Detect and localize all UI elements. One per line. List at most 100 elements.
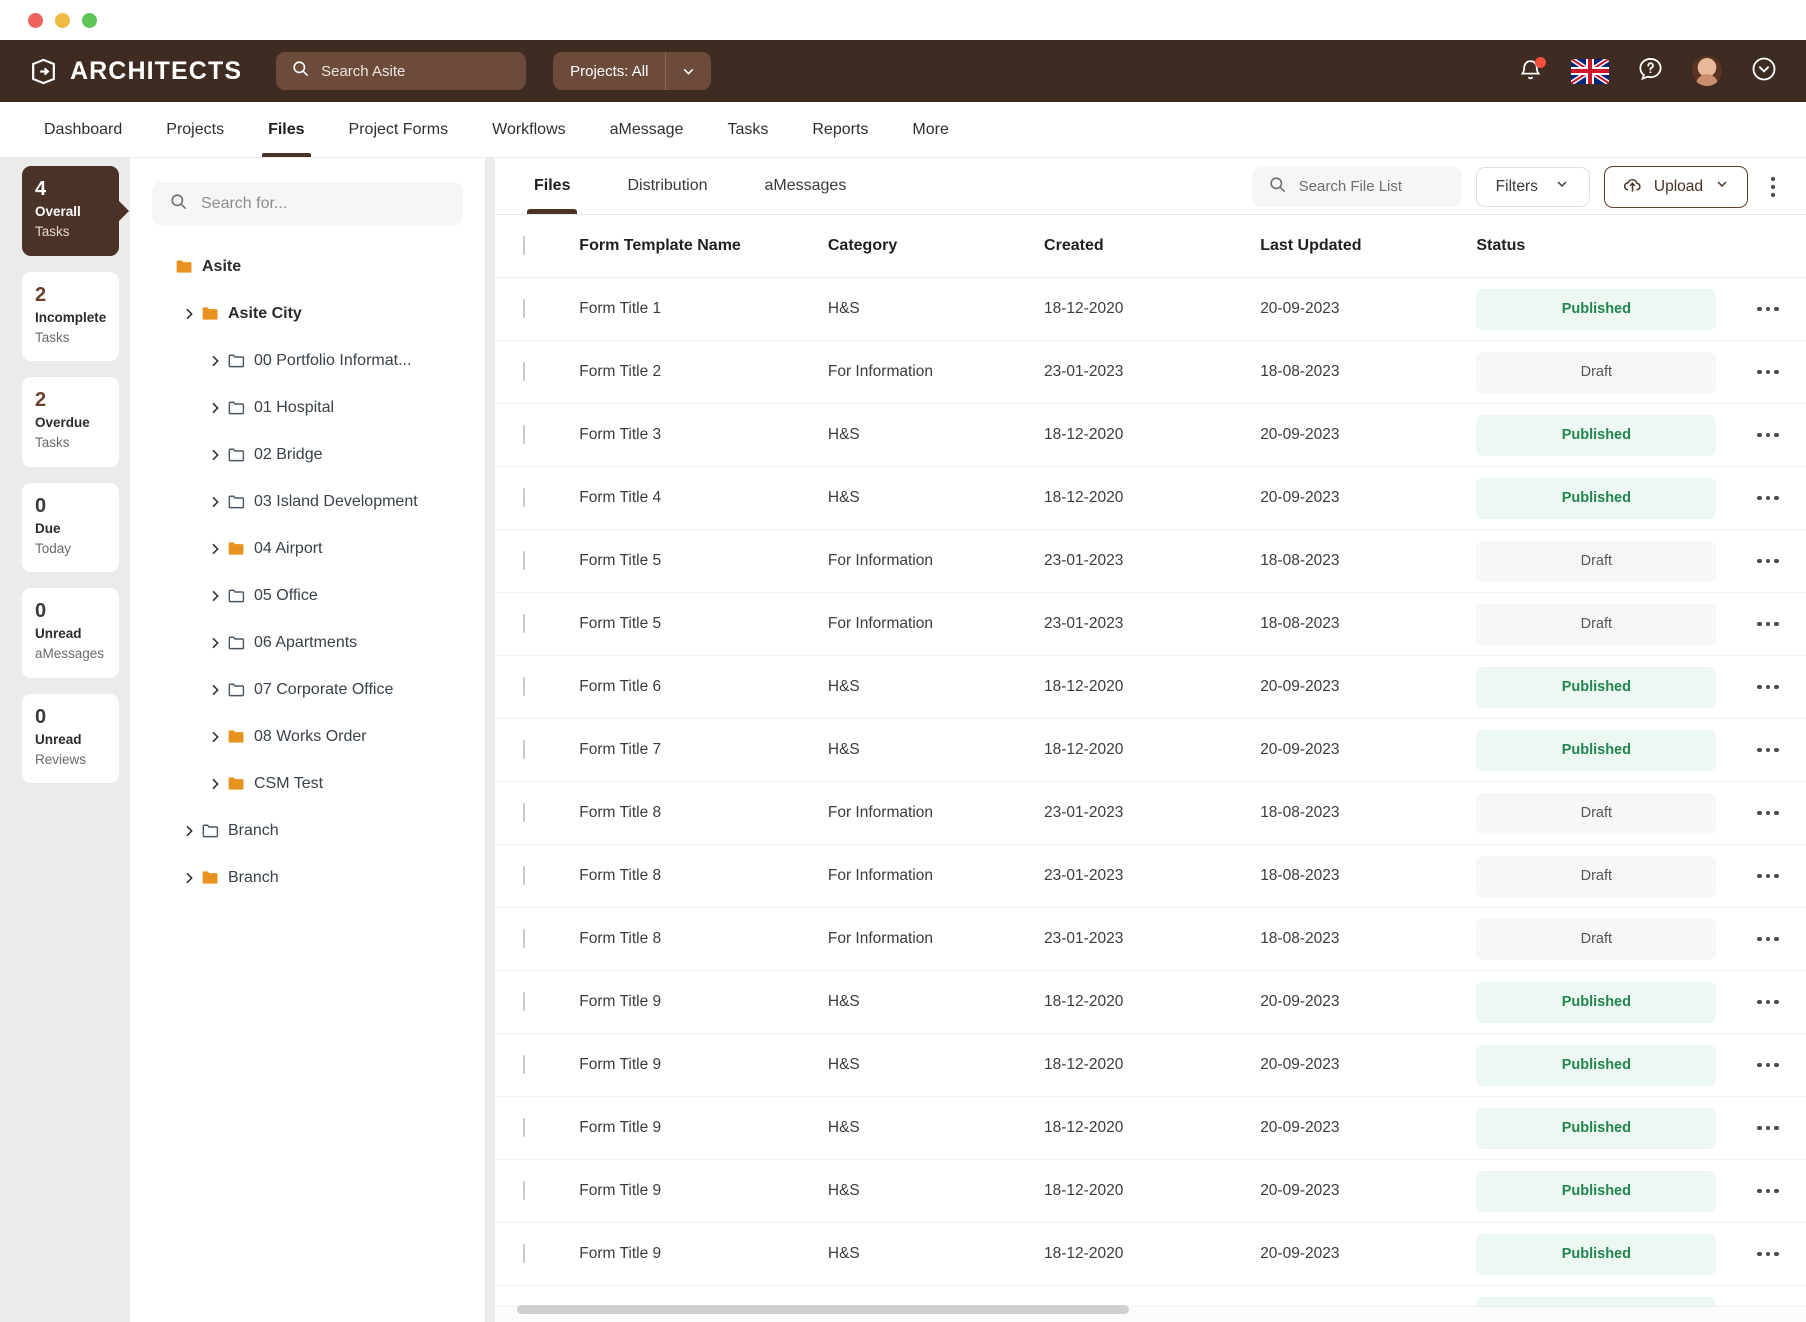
- nav-item-project-forms[interactable]: Project Forms: [327, 102, 471, 157]
- tab-amessages[interactable]: aMessages: [748, 158, 864, 214]
- file-list-search-input[interactable]: [1298, 178, 1446, 195]
- table-row[interactable]: Form Title 8 For Information 23-01-2023 18-…: [495, 844, 1806, 908]
- nav-item-amessage[interactable]: aMessage: [588, 102, 706, 157]
- project-selector[interactable]: Projects: All: [553, 52, 712, 90]
- tree-node[interactable]: 02 Bridge: [130, 431, 485, 478]
- tree-node[interactable]: Branch: [130, 807, 485, 854]
- nav-item-workflows[interactable]: Workflows: [470, 102, 588, 157]
- nav-item-projects[interactable]: Projects: [144, 102, 246, 157]
- table-row[interactable]: Form Title 2 For Information 23-01-2023 18-…: [495, 340, 1806, 404]
- row-more-actions-icon[interactable]: [1730, 432, 1806, 438]
- chevron-down-circle-icon[interactable]: [1750, 55, 1778, 88]
- chevron-right-icon[interactable]: [204, 353, 226, 369]
- chevron-right-icon[interactable]: [204, 729, 226, 745]
- chevron-right-icon[interactable]: [204, 682, 226, 698]
- row-checkbox[interactable]: [523, 614, 525, 633]
- table-row[interactable]: Form Title 3 H&S 18-12-2020 20-09-2023 Publi…: [495, 403, 1806, 467]
- global-search-input[interactable]: [321, 62, 512, 80]
- table-row[interactable]: Form Title 8 For Information 23-01-2023 18-…: [495, 781, 1806, 845]
- task-card-unread[interactable]: 0 Unread aMessages: [22, 588, 119, 678]
- row-checkbox[interactable]: [523, 551, 525, 570]
- row-checkbox[interactable]: [523, 1055, 525, 1074]
- chevron-right-icon[interactable]: [204, 541, 226, 557]
- task-card-due[interactable]: 0 Due Today: [22, 482, 119, 572]
- nav-item-more[interactable]: More: [890, 102, 970, 157]
- filters-button[interactable]: Filters: [1475, 166, 1590, 207]
- task-card-overdue[interactable]: 2 Overdue Tasks: [22, 377, 119, 467]
- row-more-actions-icon[interactable]: [1730, 558, 1806, 564]
- tree-node[interactable]: 05 Office: [130, 572, 485, 619]
- table-row[interactable]: Form Title 5 For Information 23-01-2023 18-…: [495, 592, 1806, 656]
- user-avatar[interactable]: [1692, 56, 1722, 86]
- tree-node[interactable]: 06 Apartments: [130, 619, 485, 666]
- task-card-unread[interactable]: 0 Unread Reviews: [22, 693, 119, 783]
- chevron-right-icon[interactable]: [204, 447, 226, 463]
- help-question-icon[interactable]: [1637, 55, 1664, 87]
- app-logo[interactable]: ARCHITECTS: [28, 56, 242, 87]
- row-checkbox[interactable]: [523, 488, 525, 507]
- table-row[interactable]: Form Title 9H&S18-12-202020-09-2023Publi…: [495, 1096, 1806, 1160]
- tree-node[interactable]: Asite City: [130, 290, 485, 337]
- tree-node[interactable]: 08 Works Order: [130, 713, 485, 760]
- kebab-menu-icon[interactable]: [1762, 167, 1784, 207]
- file-list-search[interactable]: [1251, 166, 1462, 207]
- tree-node[interactable]: Branch: [130, 854, 485, 901]
- tree-node[interactable]: 07 Corporate Office: [130, 666, 485, 713]
- tree-search[interactable]: [152, 182, 463, 225]
- row-checkbox[interactable]: [523, 362, 525, 381]
- horizontal-scrollbar[interactable]: [517, 1305, 1129, 1314]
- chevron-right-icon[interactable]: [178, 823, 200, 839]
- table-row[interactable]: Form Title 9H&S18-12-202020-09-2023Publi…: [495, 1033, 1806, 1097]
- tree-search-input[interactable]: [201, 194, 446, 213]
- row-checkbox[interactable]: [523, 299, 525, 318]
- global-search[interactable]: [276, 52, 527, 90]
- row-more-actions-icon[interactable]: [1730, 369, 1806, 375]
- chevron-right-icon[interactable]: [204, 588, 226, 604]
- tree-node[interactable]: 04 Airport: [130, 525, 485, 572]
- row-more-actions-icon[interactable]: [1730, 306, 1806, 312]
- task-card-overall[interactable]: 4 Overall Tasks: [22, 166, 119, 256]
- table-row[interactable]: Form Title 9H&S18-12-202020-09-2023Publi…: [495, 1159, 1806, 1223]
- row-more-actions-icon[interactable]: [1730, 999, 1806, 1005]
- row-more-actions-icon[interactable]: [1730, 873, 1806, 879]
- row-checkbox[interactable]: [523, 866, 525, 885]
- row-checkbox[interactable]: [523, 803, 525, 822]
- row-checkbox[interactable]: [523, 740, 525, 759]
- table-row[interactable]: Form Title 4 H&S 18-12-2020 20-09-2023 Publi…: [495, 466, 1806, 530]
- tree-node[interactable]: 01 Hospital: [130, 384, 485, 431]
- row-more-actions-icon[interactable]: [1730, 1188, 1806, 1194]
- task-card-incomplete[interactable]: 2 Incomplete Tasks: [22, 271, 119, 361]
- row-checkbox[interactable]: [523, 1181, 525, 1200]
- select-all-checkbox[interactable]: [523, 236, 525, 255]
- tree-node[interactable]: 00 Portfolio Informat...: [130, 337, 485, 384]
- row-checkbox[interactable]: [523, 677, 525, 696]
- table-row[interactable]: Form Title 9H&S18-12-202020-09-2023Publi…: [495, 1285, 1806, 1306]
- table-row[interactable]: Form Title 6 H&S 18-12-2020 20-09-2023 Publi…: [495, 655, 1806, 719]
- tree-node[interactable]: Asite: [130, 243, 485, 290]
- chevron-down-icon[interactable]: [666, 63, 711, 80]
- upload-button[interactable]: Upload: [1603, 165, 1748, 208]
- tree-node[interactable]: 03 Island Development: [130, 478, 485, 525]
- column-header-last-updated[interactable]: Last Updated: [1260, 215, 1477, 278]
- row-checkbox[interactable]: [523, 1244, 525, 1263]
- row-more-actions-icon[interactable]: [1730, 810, 1806, 816]
- table-row[interactable]: Form Title 5 For Information 23-01-2023 18-…: [495, 529, 1806, 593]
- table-row[interactable]: Form Title 1 H&S 18-12-2020 20-09-2023 Publi…: [495, 277, 1806, 341]
- chevron-right-icon[interactable]: [178, 306, 200, 322]
- column-header-name[interactable]: Form Template Name: [579, 215, 828, 278]
- notification-bell-icon[interactable]: [1518, 57, 1546, 84]
- row-more-actions-icon[interactable]: [1730, 747, 1806, 753]
- table-row[interactable]: Form Title 9H&S18-12-202020-09-2023Publi…: [495, 970, 1806, 1034]
- tab-distribution[interactable]: Distribution: [610, 158, 724, 214]
- chevron-right-icon[interactable]: [204, 494, 226, 510]
- row-checkbox[interactable]: [523, 992, 525, 1011]
- row-more-actions-icon[interactable]: [1730, 684, 1806, 690]
- chevron-right-icon[interactable]: [204, 776, 226, 792]
- row-more-actions-icon[interactable]: [1730, 1062, 1806, 1068]
- window-maximize-button[interactable]: [82, 12, 97, 28]
- nav-item-dashboard[interactable]: Dashboard: [22, 102, 144, 157]
- column-header-created[interactable]: Created: [1044, 215, 1261, 278]
- table-row[interactable]: Form Title 9H&S18-12-202020-09-2023Publi…: [495, 1222, 1806, 1286]
- row-checkbox[interactable]: [523, 1118, 525, 1137]
- row-more-actions-icon[interactable]: [1730, 1251, 1806, 1257]
